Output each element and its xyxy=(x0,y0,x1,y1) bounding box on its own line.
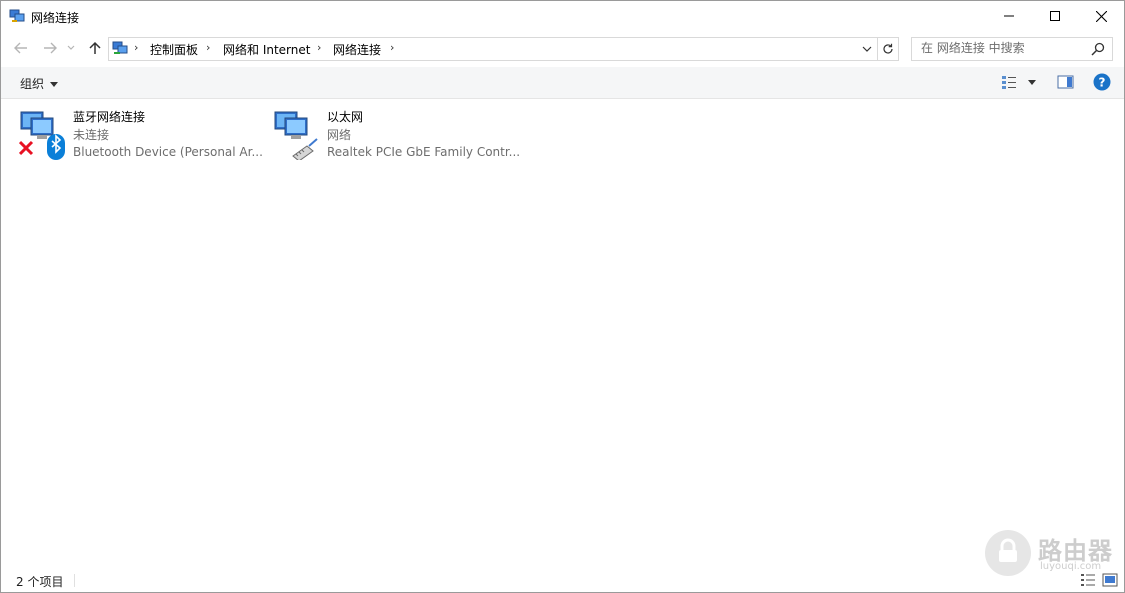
breadcrumb-separator[interactable]: › xyxy=(390,41,394,54)
breadcrumb-network-internet[interactable]: 网络和 Internet xyxy=(223,41,310,58)
bluetooth-network-icon xyxy=(19,111,65,160)
view-options-dropdown-icon[interactable] xyxy=(1027,74,1037,90)
svg-text:?: ? xyxy=(1099,76,1106,90)
window-title: 网络连接 xyxy=(31,11,80,25)
item-name: 蓝牙网络连接 xyxy=(73,110,146,124)
item-name: 以太网 xyxy=(327,110,364,124)
ethernet-network-icon xyxy=(274,111,318,160)
arrow-right-icon xyxy=(44,42,57,54)
address-dropdown-button[interactable] xyxy=(857,38,877,60)
change-view-icon[interactable] xyxy=(1001,74,1019,90)
minimize-button[interactable] xyxy=(986,1,1032,31)
item-count: 2 个项目 xyxy=(16,575,64,589)
watermark-url: luyouqi.com xyxy=(1040,561,1102,572)
help-icon[interactable]: ? xyxy=(1093,73,1111,91)
back-button[interactable] xyxy=(11,39,31,57)
item-status: 未连接 xyxy=(73,128,110,142)
breadcrumb-control-panel[interactable]: 控制面板 xyxy=(150,41,198,58)
status-bar: 2 个项目 xyxy=(1,568,1124,592)
caret-down-icon xyxy=(50,82,59,87)
item-device: Realtek PCIe GbE Family Contr... xyxy=(327,145,521,159)
maximize-button[interactable] xyxy=(1032,1,1078,31)
breadcrumb-separator[interactable]: › xyxy=(317,41,321,54)
status-divider xyxy=(74,574,75,587)
item-status: 网络 xyxy=(327,128,352,142)
forward-button[interactable] xyxy=(40,39,60,57)
organize-label: 组织 xyxy=(20,77,45,91)
breadcrumb-separator[interactable]: › xyxy=(134,41,138,54)
search-input[interactable] xyxy=(912,38,1091,58)
chevron-down-icon xyxy=(862,46,872,52)
preview-pane-icon[interactable] xyxy=(1057,74,1075,90)
title-bar[interactable]: 网络连接 xyxy=(1,1,1124,32)
maximize-icon xyxy=(1050,11,1060,21)
control-panel-icon xyxy=(112,41,128,54)
chevron-down-icon xyxy=(67,45,75,50)
search-icon[interactable] xyxy=(1090,41,1106,57)
refresh-button[interactable] xyxy=(878,37,899,61)
recent-locations-button[interactable] xyxy=(64,39,78,57)
arrow-up-icon xyxy=(89,41,101,54)
arrow-left-icon xyxy=(14,42,27,54)
refresh-icon xyxy=(883,43,893,54)
watermark: 路由器 luyouqi.com xyxy=(985,530,1121,578)
explorer-window: 网络连接 › 控制面板 › 网络和 Internet › 网络连接 › 在 网络… xyxy=(0,0,1125,593)
list-item[interactable]: 以太网 网络 Realtek PCIe GbE Family Contr... xyxy=(273,106,533,164)
organize-menu-button[interactable]: 组织 xyxy=(20,75,59,92)
breadcrumb-network-connections[interactable]: 网络连接 xyxy=(333,41,381,58)
minimize-icon xyxy=(1004,15,1014,17)
breadcrumb-separator[interactable]: › xyxy=(206,41,210,54)
network-connections-icon xyxy=(9,9,25,22)
address-bar[interactable]: › 控制面板 › 网络和 Internet › 网络连接 › xyxy=(108,37,878,61)
list-item[interactable]: 蓝牙网络连接 未连接 Bluetooth Device (Personal Ar… xyxy=(19,106,263,164)
up-button[interactable] xyxy=(85,39,105,57)
command-bar: 组织 ? xyxy=(1,67,1124,99)
watermark-logo-icon xyxy=(985,530,1031,576)
search-box[interactable] xyxy=(911,37,1113,61)
close-icon xyxy=(1095,10,1107,22)
close-button[interactable] xyxy=(1078,1,1124,31)
item-device: Bluetooth Device (Personal Ar... xyxy=(73,145,263,159)
